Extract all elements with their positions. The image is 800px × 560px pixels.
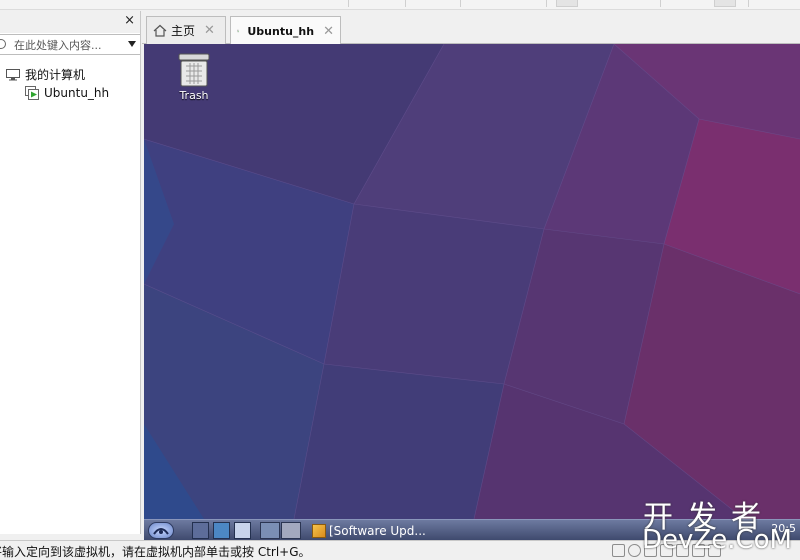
file-manager-icon[interactable] bbox=[192, 522, 209, 539]
tray-clock: 20:5 bbox=[771, 522, 796, 535]
toolbar-separator bbox=[460, 0, 461, 7]
workspace-1-button[interactable] bbox=[260, 522, 280, 539]
toolbar-separator bbox=[748, 0, 749, 7]
tab-label: 主页 bbox=[171, 24, 196, 38]
tab-home[interactable]: 主页 ✕ bbox=[146, 16, 226, 44]
vm-icon bbox=[237, 29, 240, 33]
close-icon[interactable]: ✕ bbox=[323, 24, 334, 39]
desktop-wallpaper bbox=[144, 44, 800, 519]
toolbar-strip bbox=[0, 0, 800, 10]
status-message: 将输入定向到该虚拟机，请在虚拟机内部单击或按 Ctrl+G。 bbox=[0, 545, 311, 559]
browser-icon[interactable] bbox=[213, 522, 230, 539]
toolbar-button[interactable] bbox=[714, 0, 736, 7]
tree-item-my-computer[interactable]: 我的计算机 bbox=[6, 66, 85, 83]
computer-icon bbox=[6, 68, 20, 80]
usb-icon[interactable] bbox=[660, 544, 673, 557]
library-close-button[interactable]: × bbox=[124, 13, 135, 29]
sound-icon[interactable] bbox=[676, 544, 689, 557]
chevron-down-icon[interactable] bbox=[128, 41, 136, 47]
show-desktop-icon[interactable] bbox=[234, 522, 251, 539]
tree-item-label: 我的计算机 bbox=[25, 68, 86, 82]
home-icon bbox=[153, 24, 167, 37]
taskbar-window-software-updater[interactable]: [Software Upd... bbox=[312, 521, 426, 540]
library-search-input[interactable] bbox=[14, 37, 120, 53]
package-icon bbox=[312, 523, 326, 538]
vm-console[interactable]: Trash bbox=[144, 44, 800, 519]
toolbar-separator bbox=[660, 0, 661, 7]
toolbar-separator bbox=[405, 0, 406, 7]
toolbar-separator bbox=[348, 0, 349, 7]
hard-disk-icon[interactable] bbox=[612, 544, 625, 557]
library-header: × bbox=[0, 11, 140, 33]
toolbar-separator bbox=[546, 0, 547, 7]
lubuntu-logo-icon bbox=[153, 528, 169, 535]
workspace-2-button[interactable] bbox=[281, 522, 301, 539]
taskbar-window-label: [Software Upd... bbox=[329, 523, 426, 538]
tab-label: Ubuntu_hh bbox=[247, 24, 315, 38]
start-menu-button[interactable] bbox=[148, 522, 174, 539]
desktop-icon-trash[interactable]: Trash bbox=[174, 52, 214, 102]
toolbar-button[interactable] bbox=[556, 0, 578, 7]
library-search bbox=[0, 34, 140, 55]
vm-icon bbox=[25, 85, 39, 100]
vmware-window: × 我的计算机 Ubuntu_hh bbox=[0, 0, 800, 560]
tab-bar: 主页 ✕ Ubuntu_hh ✕ bbox=[142, 11, 800, 45]
network-icon[interactable] bbox=[644, 544, 657, 557]
search-icon bbox=[0, 39, 6, 49]
trash-icon bbox=[178, 53, 210, 87]
tree-item-label: Ubuntu_hh bbox=[44, 85, 110, 100]
printer-icon[interactable] bbox=[692, 544, 705, 557]
close-icon[interactable]: ✕ bbox=[204, 23, 215, 38]
library-panel: × 我的计算机 Ubuntu_hh bbox=[0, 11, 141, 534]
display-icon[interactable] bbox=[708, 544, 721, 557]
tree-item-ubuntu-hh[interactable]: Ubuntu_hh bbox=[25, 84, 109, 101]
device-status-icons bbox=[612, 544, 721, 557]
cd-rom-icon[interactable] bbox=[628, 544, 641, 557]
guest-taskbar: [Software Upd... 20:5 bbox=[144, 519, 800, 540]
tab-ubuntu-hh[interactable]: Ubuntu_hh ✕ bbox=[230, 16, 341, 45]
desktop-icon-label: Trash bbox=[179, 89, 209, 102]
status-bar: 将输入定向到该虚拟机，请在虚拟机内部单击或按 Ctrl+G。 bbox=[0, 540, 800, 560]
